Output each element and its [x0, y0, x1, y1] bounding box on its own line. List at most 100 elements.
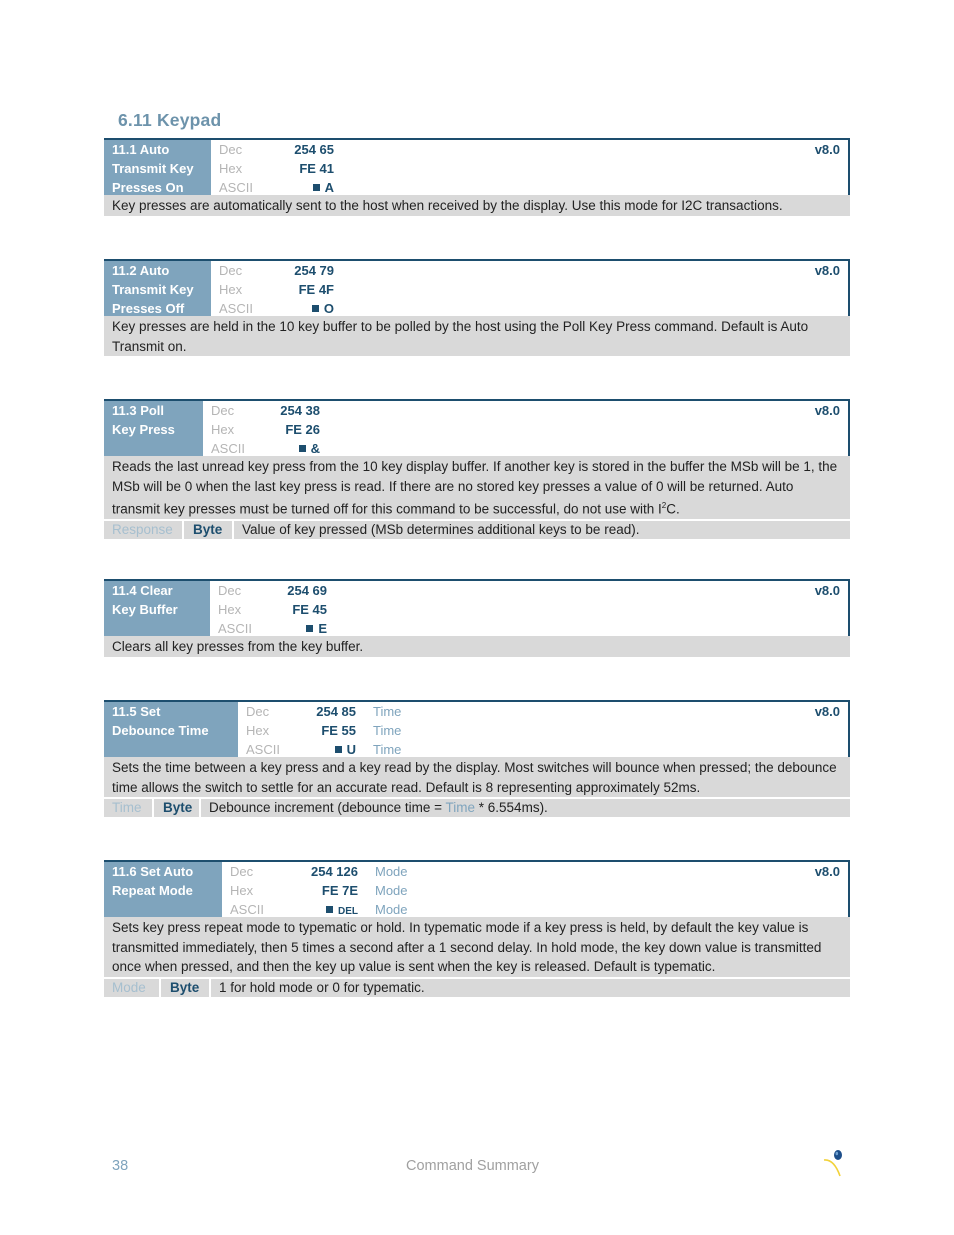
command-description: Sets the time between a key press and a …	[104, 757, 850, 797]
param-type: Byte	[161, 978, 211, 997]
arg-name: Time	[373, 723, 402, 738]
version-badge: v8.0	[814, 583, 840, 598]
command-prefix-square-icon	[306, 625, 314, 632]
dec-value: 254 65	[294, 142, 334, 157]
command-11-4: 11.4 Clear Key Buffer Dec 254 69 Hex FE 45…	[104, 579, 850, 657]
command-codes: Dec 254 69 Hex FE 45 ASCII E	[210, 581, 327, 636]
parameter-row: Mode Byte 1 for hold mode or 0 for typem…	[104, 976, 850, 997]
command-header: 11.2 Auto Transmit Key Presses Off Dec 25…	[104, 259, 850, 316]
command-header: 11.6 Set Auto Repeat Mode Dec 254 126 Mode…	[104, 860, 850, 917]
ascii-value: O	[323, 301, 334, 316]
command-codes: Dec 254 85 Time Hex FE 55 Time ASCII U Time	[238, 702, 401, 757]
dec-label: Dec	[218, 583, 242, 598]
command-header: 11.1 Auto Transmit Key Presses On Dec 254…	[104, 138, 850, 195]
dec-value: 254 38	[280, 403, 320, 418]
command-prefix-square-icon	[326, 906, 333, 913]
hex-label: Hex	[219, 282, 243, 297]
ascii-label: ASCII	[230, 902, 264, 917]
ascii-value: &	[310, 441, 320, 456]
command-name: 11.2 Auto Transmit Key Presses Off	[104, 261, 211, 316]
command-name-line: 11.2 Auto	[112, 263, 170, 278]
dec-label: Dec	[246, 704, 270, 719]
command-11-3: 11.3 Poll Key Press Dec 254 38 Hex FE 26 A…	[104, 399, 850, 539]
command-codes: Dec 254 79 Hex FE 4F ASCII O	[211, 261, 334, 316]
ascii-label: ASCII	[211, 441, 245, 456]
param-description-text: * 6.554ms).	[475, 800, 548, 815]
command-name-line: 11.1 Auto	[112, 142, 170, 157]
command-description: Clears all key presses from the key buff…	[104, 636, 850, 657]
param-name: Mode	[104, 978, 161, 997]
hex-value: FE 4F	[298, 282, 334, 297]
command-name-line: 11.4 Clear	[112, 583, 173, 598]
command-name-line: Transmit Key	[112, 161, 194, 176]
command-codes: Dec 254 126 Mode Hex FE 7E Mode ASCII DEL Mode	[222, 862, 408, 917]
command-name-line: Key Buffer	[112, 602, 178, 617]
command-description: Sets key press repeat mode to typematic …	[104, 917, 850, 977]
ascii-label: ASCII	[219, 180, 253, 195]
command-name-line: Key Press	[112, 422, 175, 437]
arg-name: Mode	[375, 883, 408, 898]
param-type: Byte	[154, 799, 201, 817]
param-type: Byte	[184, 521, 234, 539]
param-description: Value of key pressed (MSb determines add…	[242, 522, 640, 537]
command-name-line: Presses Off	[112, 301, 185, 316]
dec-value: 254 85	[316, 704, 356, 719]
hex-value: FE 55	[321, 723, 356, 738]
command-11-5: 11.5 Set Debounce Time Dec 254 85 Time Hex…	[104, 700, 850, 817]
command-description: Key presses are held in the 10 key buffe…	[104, 316, 850, 356]
dec-value: 254 69	[287, 583, 327, 598]
command-prefix-square-icon	[298, 445, 306, 452]
command-header: 11.5 Set Debounce Time Dec 254 85 Time Hex…	[104, 700, 850, 757]
hex-value: FE 7E	[321, 883, 358, 898]
hex-value: FE 41	[299, 161, 334, 176]
arg-name: Time	[373, 704, 402, 719]
param-description: Debounce increment (debounce time = Time…	[201, 799, 548, 817]
dec-label: Dec	[211, 403, 235, 418]
command-name: 11.3 Poll Key Press	[104, 401, 203, 456]
version-badge: v8.0	[814, 263, 840, 278]
command-11-6: 11.6 Set Auto Repeat Mode Dec 254 126 Mode…	[104, 860, 850, 997]
command-name: 11.1 Auto Transmit Key Presses On	[104, 140, 211, 195]
hex-label: Hex	[219, 161, 243, 176]
param-description: 1 for hold mode or 0 for typematic.	[219, 979, 425, 995]
ascii-value: A	[324, 180, 334, 195]
command-codes: Dec 254 65 Hex FE 41 ASCII A	[211, 140, 334, 195]
command-prefix-square-icon	[312, 184, 320, 191]
command-name: 11.4 Clear Key Buffer	[104, 581, 210, 636]
description-text: C.	[666, 501, 680, 517]
command-name-line: 11.6 Set Auto	[112, 864, 194, 879]
command-prefix-square-icon	[311, 305, 319, 312]
dec-label: Dec	[219, 142, 243, 157]
command-prefix-square-icon	[334, 746, 342, 753]
arg-name: Mode	[375, 864, 408, 879]
version-badge: v8.0	[814, 403, 840, 418]
command-name-line: 11.5 Set	[112, 704, 161, 719]
section-title: 6.11 Keypad	[118, 110, 222, 130]
command-description: Key presses are automatically sent to th…	[104, 195, 850, 216]
ascii-label: ASCII	[218, 621, 252, 636]
command-name: 11.5 Set Debounce Time	[104, 702, 238, 757]
ascii-value: U	[346, 742, 356, 757]
param-name: Time	[104, 799, 154, 817]
param-description-text: Debounce increment (debounce time =	[209, 800, 446, 815]
parameter-row: Time Byte Debounce increment (debounce t…	[104, 797, 850, 817]
command-11-2: 11.2 Auto Transmit Key Presses Off Dec 25…	[104, 259, 850, 356]
dec-value: 254 126	[311, 864, 358, 879]
dec-label: Dec	[230, 864, 254, 879]
hex-label: Hex	[218, 602, 242, 617]
command-codes: Dec 254 38 Hex FE 26 ASCII &	[203, 401, 320, 456]
arg-name: Mode	[375, 902, 408, 917]
version-badge: v8.0	[814, 142, 840, 157]
command-name-line: Presses On	[112, 180, 184, 195]
command-header: 11.3 Poll Key Press Dec 254 38 Hex FE 26 A…	[104, 399, 850, 456]
hex-label: Hex	[246, 723, 270, 738]
ascii-value: E	[318, 621, 327, 636]
description-text: Reads the last unread key press from the…	[112, 459, 838, 517]
hex-label: Hex	[230, 883, 254, 898]
arg-name: Time	[373, 742, 402, 757]
balloon-logo-icon	[822, 1148, 852, 1178]
command-name-line: 11.3 Poll	[112, 403, 165, 418]
command-name: 11.6 Set Auto Repeat Mode	[104, 862, 222, 917]
command-name-line: Repeat Mode	[112, 883, 193, 898]
dec-label: Dec	[219, 263, 243, 278]
